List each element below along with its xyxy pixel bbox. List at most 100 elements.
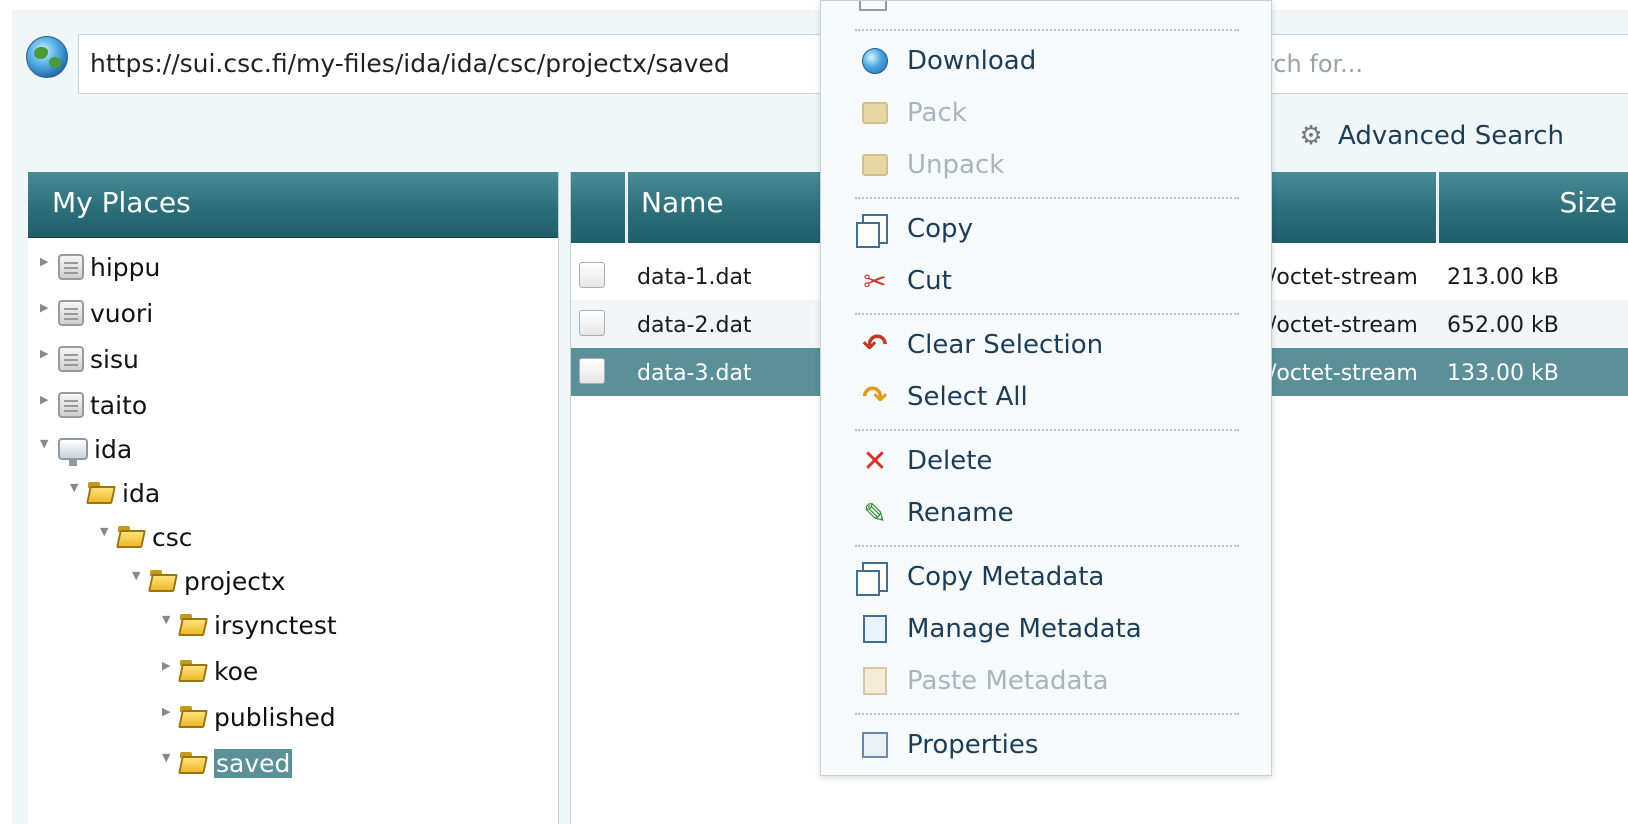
tree-item-label: koe bbox=[214, 656, 259, 686]
tree-item-label: vuori bbox=[90, 298, 154, 328]
gear-icon: ⚙ bbox=[1299, 121, 1323, 151]
copy-icon bbox=[856, 213, 891, 248]
menu-item-label: Clear Selection bbox=[907, 330, 1104, 360]
tree-item-label: ida bbox=[122, 478, 161, 508]
collapse-arrow-icon[interactable]: ▼ bbox=[40, 437, 54, 450]
menu-item-rename[interactable]: ✎ Rename bbox=[859, 493, 1013, 533]
properties-icon bbox=[859, 729, 891, 761]
tree-item-koe[interactable]: ▶ koe bbox=[162, 650, 258, 692]
tree-item-label: csc bbox=[152, 522, 193, 552]
column-separator[interactable] bbox=[1436, 172, 1439, 243]
server-icon bbox=[58, 300, 84, 326]
column-header-size[interactable]: Size bbox=[1560, 186, 1617, 219]
tree-item-label: projectx bbox=[184, 566, 286, 596]
tree-item-projectx[interactable]: ▼ projectx bbox=[132, 560, 286, 602]
tree-item-published[interactable]: ▶ published bbox=[162, 696, 336, 738]
menu-item-label: Select All bbox=[907, 382, 1028, 412]
menu-item-pack[interactable]: Pack bbox=[859, 93, 967, 133]
tree-item-label: taito bbox=[90, 390, 148, 420]
menu-item-cut[interactable]: ✂ Cut bbox=[859, 261, 952, 301]
file-name: data-3.dat bbox=[637, 361, 752, 386]
row-checkbox[interactable] bbox=[579, 358, 605, 384]
menu-item-copy-metadata[interactable]: Copy Metadata bbox=[856, 557, 1105, 597]
tree-item-label: published bbox=[214, 702, 336, 732]
tree-item-vuori[interactable]: ▶ vuori bbox=[40, 292, 153, 334]
expand-arrow-icon[interactable]: ▶ bbox=[40, 347, 54, 360]
tree-item-csc[interactable]: ▼ csc bbox=[100, 516, 193, 558]
folder-icon bbox=[180, 752, 208, 774]
collapse-arrow-icon[interactable]: ▼ bbox=[100, 525, 114, 538]
collapse-arrow-icon[interactable]: ▼ bbox=[162, 751, 176, 764]
expand-arrow-icon[interactable]: ▶ bbox=[162, 659, 176, 672]
file-size: 652.00 kB bbox=[1447, 313, 1559, 338]
menu-item-copy[interactable]: Copy bbox=[856, 209, 973, 249]
collapse-arrow-icon[interactable]: ▼ bbox=[132, 569, 146, 582]
tree-item-ida-folder[interactable]: ▼ ida bbox=[70, 472, 160, 514]
folder-icon bbox=[180, 706, 208, 728]
menu-item-unpack[interactable]: Unpack bbox=[859, 145, 1004, 185]
menu-item-properties[interactable]: Properties bbox=[859, 725, 1038, 765]
menu-item-delete[interactable]: ✕ Delete bbox=[859, 441, 992, 481]
edit-document-icon bbox=[859, 613, 891, 645]
tree-item-ida-drive[interactable]: ▼ ida bbox=[40, 428, 132, 470]
advanced-search-link[interactable]: ⚙ Advanced Search bbox=[1296, 118, 1564, 154]
server-icon bbox=[58, 254, 84, 280]
column-header-name[interactable]: Name bbox=[641, 186, 724, 219]
search-input[interactable]: rch for... bbox=[1255, 34, 1628, 94]
package-icon bbox=[859, 149, 891, 181]
top-strip bbox=[0, 0, 1628, 10]
collapse-arrow-icon[interactable]: ▼ bbox=[162, 613, 176, 626]
my-places-panel: My Places ▶ hippu ▶ vuori ▶ sisu ▶ taito… bbox=[28, 172, 559, 824]
file-type: /octet-stream bbox=[1269, 361, 1418, 386]
menu-item-label: Download bbox=[907, 46, 1037, 76]
file-type: /octet-stream bbox=[1269, 265, 1418, 290]
expand-arrow-icon[interactable]: ▶ bbox=[40, 255, 54, 268]
menu-item-label: Copy bbox=[907, 214, 973, 244]
folder-icon bbox=[180, 614, 208, 636]
my-places-title: My Places bbox=[28, 172, 558, 238]
menu-item-paste-metadata[interactable]: Paste Metadata bbox=[859, 661, 1109, 701]
menu-item-select-all[interactable]: ↷ Select All bbox=[859, 377, 1028, 417]
context-menu: Download Pack Unpack Copy ✂ Cut ↶ Clear … bbox=[820, 0, 1272, 776]
expand-arrow-icon[interactable]: ▶ bbox=[40, 301, 54, 314]
menu-item-manage-metadata[interactable]: Manage Metadata bbox=[859, 609, 1142, 649]
tree-item-label: ida bbox=[94, 434, 133, 464]
tree-item-label: irsynctest bbox=[214, 610, 337, 640]
pencil-icon: ✎ bbox=[863, 496, 887, 530]
tree-item-saved[interactable]: ▼ saved bbox=[162, 742, 293, 784]
menu-item-label: Unpack bbox=[907, 150, 1005, 180]
tree-item-label: sisu bbox=[90, 344, 139, 374]
expand-arrow-icon[interactable]: ▶ bbox=[162, 705, 176, 718]
row-checkbox[interactable] bbox=[579, 310, 605, 336]
tree-item-sisu[interactable]: ▶ sisu bbox=[40, 338, 139, 380]
folder-icon bbox=[150, 570, 178, 592]
package-icon bbox=[859, 97, 891, 129]
file-type: /octet-stream bbox=[1269, 313, 1418, 338]
url-input[interactable]: https://sui.csc.fi/my-files/ida/ida/csc/… bbox=[78, 34, 838, 94]
x-icon: ✕ bbox=[862, 443, 888, 479]
collapse-arrow-icon[interactable]: ▼ bbox=[70, 481, 84, 494]
expand-arrow-icon[interactable]: ▶ bbox=[40, 393, 54, 406]
tree-item-label: saved bbox=[214, 748, 293, 778]
file-name: data-2.dat bbox=[637, 313, 752, 338]
menu-item-label: Copy Metadata bbox=[907, 562, 1105, 592]
menu-separator bbox=[855, 713, 1239, 715]
tree-item-taito[interactable]: ▶ taito bbox=[40, 384, 147, 426]
menu-item-download[interactable]: Download bbox=[859, 41, 1036, 81]
tree-item-irsynctest[interactable]: ▼ irsynctest bbox=[162, 604, 337, 646]
tree-item-label: hippu bbox=[90, 252, 161, 282]
row-checkbox[interactable] bbox=[579, 262, 605, 288]
menu-separator bbox=[855, 545, 1239, 547]
globe-icon bbox=[859, 45, 891, 77]
menu-separator bbox=[855, 197, 1239, 199]
file-size: 133.00 kB bbox=[1447, 361, 1559, 386]
folder-icon bbox=[180, 660, 208, 682]
menu-separator bbox=[855, 313, 1239, 315]
tree-item-hippu[interactable]: ▶ hippu bbox=[40, 246, 160, 288]
column-separator[interactable] bbox=[625, 172, 628, 243]
menu-item-label: Delete bbox=[907, 446, 993, 476]
advanced-search-label: Advanced Search bbox=[1338, 121, 1565, 151]
menu-separator bbox=[855, 429, 1239, 431]
menu-item-clear-selection[interactable]: ↶ Clear Selection bbox=[859, 325, 1103, 365]
folder-icon bbox=[88, 482, 116, 504]
